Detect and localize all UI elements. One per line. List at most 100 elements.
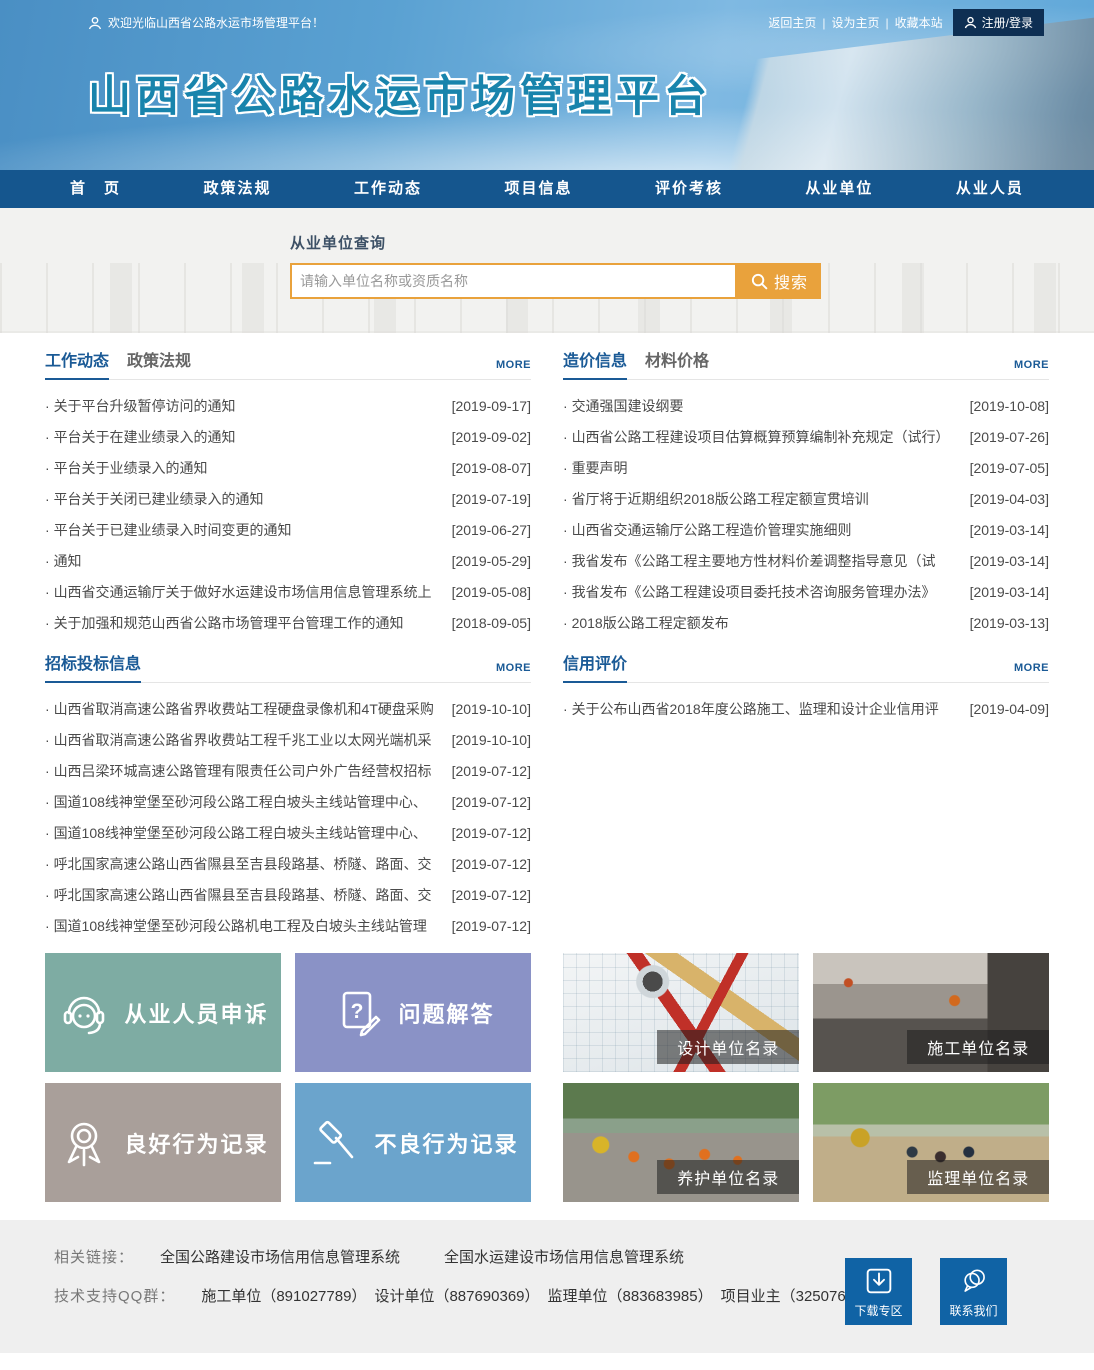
related-links-label: 相关链接： — [54, 1246, 134, 1267]
section-header: 造价信息 材料价格 MORE — [563, 347, 1049, 380]
photo-tile-construction-directory[interactable]: 施工单位名录 — [813, 953, 1049, 1072]
more-link[interactable]: MORE — [496, 359, 531, 371]
tile-question-answer[interactable]: ? 问题解答 — [295, 953, 531, 1072]
news-item[interactable]: 我省发布《公路工程建设项目委托技术咨询服务管理办法》 [2019-03-14] — [563, 576, 1049, 607]
news-date: [2019-04-03] — [970, 491, 1049, 507]
news-date: [2019-07-12] — [452, 794, 531, 810]
search-input[interactable] — [290, 263, 737, 299]
news-title: 山西省取消高速公路省界收费站工程硬盘录像机和4T硬盘采购 — [45, 699, 444, 719]
nav-item[interactable]: 工作动态 — [354, 170, 422, 208]
topbar: 欢迎光临山西省公路水运市场管理平台！ 返回主页设为主页收藏本站 注册/登录 — [0, 0, 1094, 36]
news-item[interactable]: 关于加强和规范山西省公路市场管理平台管理工作的通知 [2018-09-05] — [45, 607, 531, 638]
news-item[interactable]: 关于平台升级暂停访问的通知 [2019-09-17] — [45, 390, 531, 421]
news-item[interactable]: 呼北国家高速公路山西省隰县至吉县段路基、桥隧、路面、交 [2019-07-12] — [45, 879, 531, 910]
footer: 相关链接： 全国公路建设市场信用信息管理系统 全国水运建设市场信用信息管理系统 … — [0, 1220, 1094, 1353]
news-date: [2019-10-10] — [452, 701, 531, 717]
nav-item[interactable]: 从业人员 — [956, 170, 1024, 208]
news-title: 交通强国建设纲要 — [563, 396, 962, 416]
footer-link-highway[interactable]: 全国公路建设市场信用信息管理系统 — [160, 1246, 400, 1267]
photo-tile-supervision-directory[interactable]: 监理单位名录 — [813, 1083, 1049, 1202]
news-item[interactable]: 山西省交通运输厅关于做好水运建设市场信用信息管理系统上 [2019-05-08] — [45, 576, 531, 607]
nav-item[interactable]: 项目信息 — [504, 170, 572, 208]
news-item[interactable]: 国道108线神堂堡至砂河段公路机电工程及白坡头主线站管理 [2019-07-12… — [45, 910, 531, 941]
tab-credit[interactable]: 信用评价 — [563, 650, 627, 674]
news-item[interactable]: 国道108线神堂堡至砂河段公路工程白坡头主线站管理中心、 [2019-07-12… — [45, 786, 531, 817]
news-date: [2019-03-14] — [970, 584, 1049, 600]
news-item[interactable]: 省厅将于近期组织2018版公路工程定额宣贯培训 [2019-04-03] — [563, 483, 1049, 514]
news-date: [2019-08-07] — [452, 460, 531, 476]
news-date: [2019-07-12] — [452, 856, 531, 872]
tab-work-news[interactable]: 工作动态 — [45, 347, 109, 371]
photo-tile-maintenance-directory[interactable]: 养护单位名录 — [563, 1083, 799, 1202]
tab-cost-info[interactable]: 造价信息 — [563, 347, 627, 371]
news-item[interactable]: 国道108线神堂堡至砂河段公路工程白坡头主线站管理中心、 [2019-07-12… — [45, 817, 531, 848]
tile-label: 不良行为记录 — [374, 1127, 518, 1159]
more-link[interactable]: MORE — [1014, 359, 1049, 371]
chat-icon — [957, 1264, 991, 1298]
tile-good-records[interactable]: 良好行为记录 — [45, 1083, 281, 1202]
footer-buttons: 下载专区 联系我们 — [845, 1258, 1007, 1325]
news-item[interactable]: 我省发布《公路工程主要地方性材料价差调整指导意见（试 [2019-03-14] — [563, 545, 1049, 576]
news-item[interactable]: 山西省取消高速公路省界收费站工程硬盘录像机和4T硬盘采购 [2019-10-10… — [45, 693, 531, 724]
topbar-right: 返回主页设为主页收藏本站 注册/登录 — [768, 9, 1044, 36]
section-header: 工作动态 政策法规 MORE — [45, 347, 531, 380]
register-login-label: 注册/登录 — [982, 14, 1033, 31]
news-item[interactable]: 呼北国家高速公路山西省隰县至吉县段路基、桥隧、路面、交 [2019-07-12] — [45, 848, 531, 879]
tile-label: 问题解答 — [398, 997, 494, 1029]
footer-link-waterway[interactable]: 全国水运建设市场信用信息管理系统 — [444, 1246, 684, 1267]
nav-item[interactable]: 首 页 — [70, 170, 121, 208]
contact-us-button[interactable]: 联系我们 — [940, 1258, 1007, 1325]
news-title: 山西省取消高速公路省界收费站工程千兆工业以太网光端机采 — [45, 730, 444, 750]
section-header: 信用评价 MORE — [563, 650, 1049, 683]
nav-item[interactable]: 评价考核 — [655, 170, 723, 208]
qq-groups-label: 技术支持QQ群： — [54, 1285, 175, 1306]
tile-bad-records[interactable]: 不良行为记录 — [295, 1083, 531, 1202]
news-item[interactable]: 平台关于关闭已建业绩录入的通知 [2019-07-19] — [45, 483, 531, 514]
section-header: 招标投标信息 MORE — [45, 650, 531, 683]
tab-bidding[interactable]: 招标投标信息 — [45, 650, 141, 674]
news-title: 平台关于在建业绩录入的通知 — [45, 427, 444, 447]
register-login-button[interactable]: 注册/登录 — [953, 9, 1044, 36]
nav-item[interactable]: 政策法规 — [203, 170, 271, 208]
more-link[interactable]: MORE — [1014, 662, 1049, 674]
photo-tile-design-directory[interactable]: 设计单位名录 — [563, 953, 799, 1072]
tab-material-price[interactable]: 材料价格 — [645, 347, 709, 371]
news-item[interactable]: 山西省交通运输厅公路工程造价管理实施细则 [2019-03-14] — [563, 514, 1049, 545]
topbar-link[interactable]: 收藏本站 — [895, 14, 943, 31]
main-nav: 首 页 政策法规 工作动态 项目信息 评价考核 从业单位 从业人员 — [0, 170, 1094, 208]
photo-caption: 养护单位名录 — [657, 1160, 799, 1194]
header-banner: 欢迎光临山西省公路水运市场管理平台！ 返回主页设为主页收藏本站 注册/登录 山西… — [0, 0, 1094, 170]
news-date: [2019-07-12] — [452, 887, 531, 903]
news-item[interactable]: 交通强国建设纲要 [2019-10-08] — [563, 390, 1049, 421]
news-date: [2019-03-14] — [970, 522, 1049, 538]
news-date: [2019-07-19] — [452, 491, 531, 507]
news-item[interactable]: 通知 [2019-05-29] — [45, 545, 531, 576]
tab-policy[interactable]: 政策法规 — [127, 347, 191, 371]
search-button[interactable]: 搜索 — [737, 263, 821, 299]
news-date: [2019-04-09] — [970, 701, 1049, 717]
news-item[interactable]: 2018版公路工程定额发布 [2019-03-13] — [563, 607, 1049, 638]
news-item[interactable]: 山西省取消高速公路省界收费站工程千兆工业以太网光端机采 [2019-10-10] — [45, 724, 531, 755]
topbar-link[interactable]: 设为主页 — [832, 14, 889, 31]
tile-personnel-appeal[interactable]: 从业人员申诉 — [45, 953, 281, 1072]
directory-photo-tiles: 设计单位名录 施工单位名录 养护单位名录 监理单位名录 — [563, 953, 1049, 1202]
download-zone-button[interactable]: 下载专区 — [845, 1258, 912, 1325]
download-icon — [862, 1264, 896, 1298]
news-item[interactable]: 关于公布山西省2018年度公路施工、监理和设计企业信用评 [2019-04-09… — [563, 693, 1049, 724]
topbar-links: 返回主页设为主页收藏本站 — [768, 14, 942, 31]
news-item[interactable]: 平台关于已建业绩录入时间变更的通知 [2019-06-27] — [45, 514, 531, 545]
more-link[interactable]: MORE — [496, 662, 531, 674]
news-item[interactable]: 平台关于业绩录入的通知 [2019-08-07] — [45, 452, 531, 483]
nav-item[interactable]: 从业单位 — [805, 170, 873, 208]
headset-icon — [57, 986, 111, 1040]
news-item[interactable]: 平台关于在建业绩录入的通知 [2019-09-02] — [45, 421, 531, 452]
section-work-news: 工作动态 政策法规 MORE 关于平台升级暂停访问的通知 [2019-09-17… — [45, 347, 531, 638]
news-date: [2019-03-13] — [970, 615, 1049, 631]
news-item[interactable]: 山西省公路工程建设项目估算概算预算编制补充规定（试行） [2019-07-26] — [563, 421, 1049, 452]
news-title: 我省发布《公路工程建设项目委托技术咨询服务管理办法》 — [563, 582, 962, 602]
news-item[interactable]: 山西吕梁环城高速公路管理有限责任公司户外广告经营权招标 [2019-07-12] — [45, 755, 531, 786]
news-title: 山西省交通运输厅关于做好水运建设市场信用信息管理系统上 — [45, 582, 444, 602]
topbar-link[interactable]: 返回主页 — [768, 14, 825, 31]
news-item[interactable]: 重要声明 [2019-07-05] — [563, 452, 1049, 483]
search-button-label: 搜索 — [774, 269, 808, 293]
